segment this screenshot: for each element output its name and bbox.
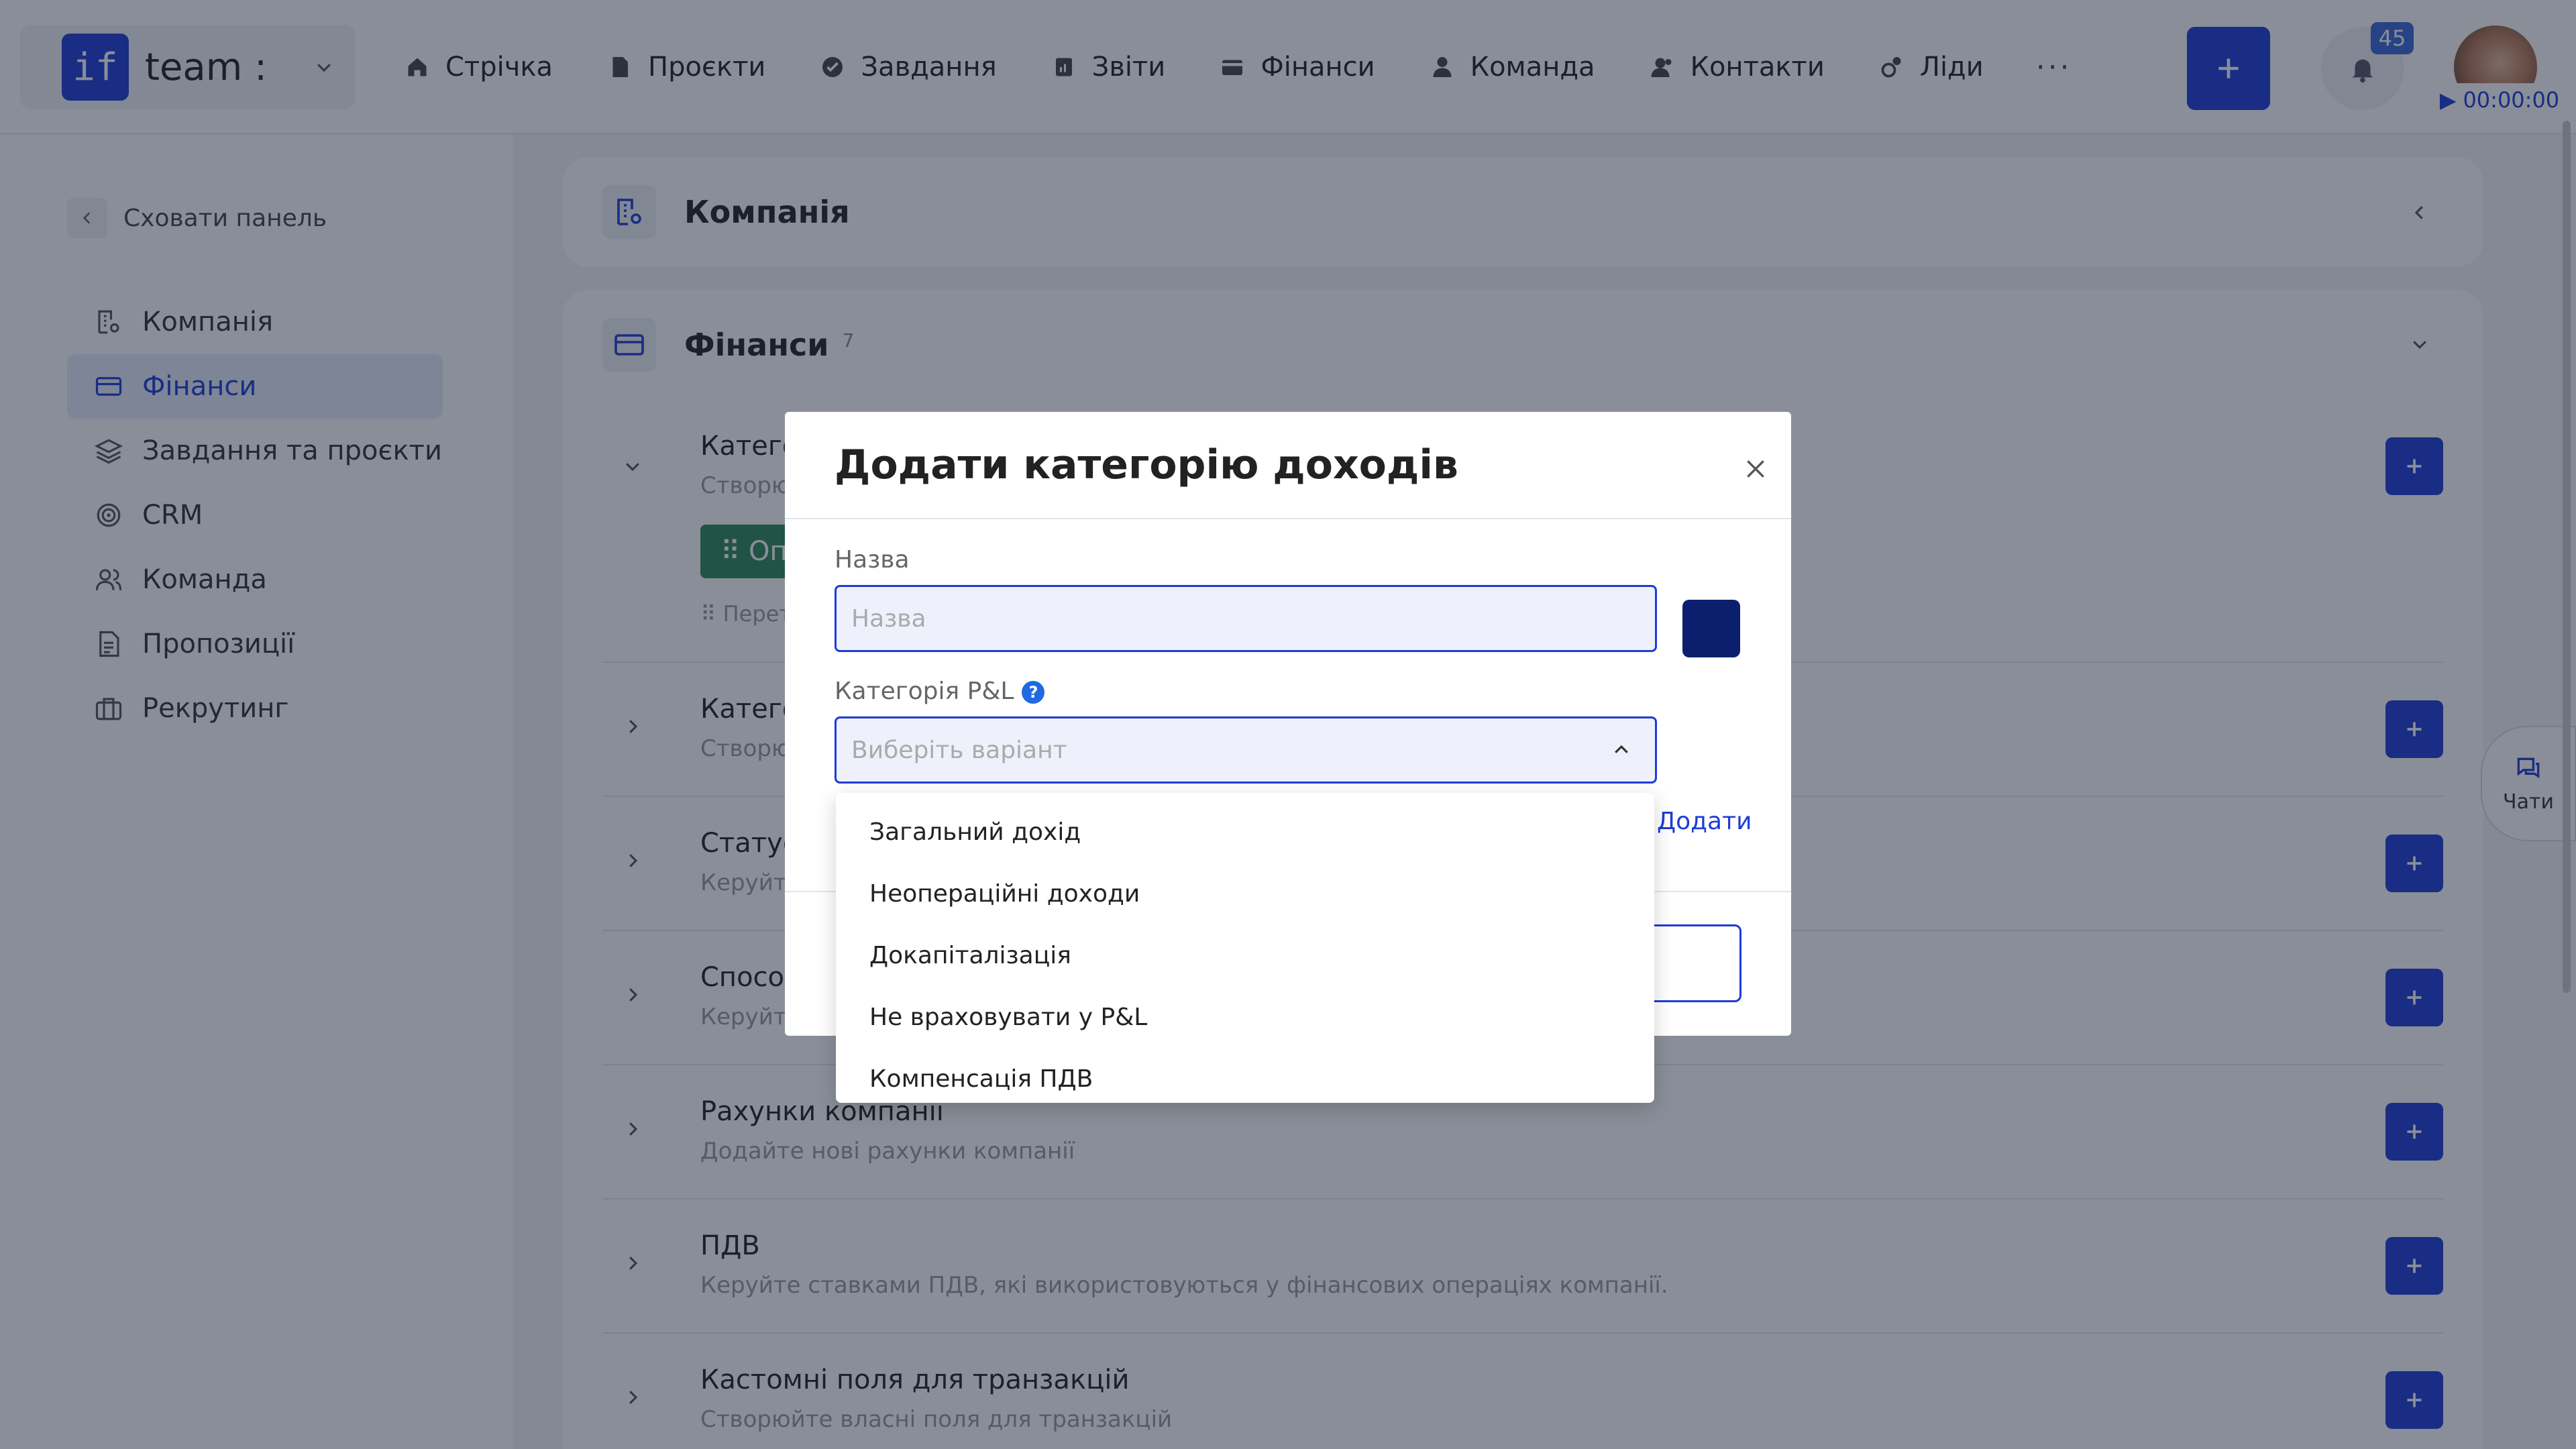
- close-button[interactable]: [1732, 445, 1779, 492]
- dropdown-option[interactable]: Компенсація ПДВ: [836, 1048, 1654, 1110]
- close-icon: [1747, 460, 1764, 478]
- divider: [785, 518, 1791, 519]
- dropdown-option[interactable]: Докапіталізація: [836, 924, 1654, 986]
- pl-category-label: Категорія P&L?: [835, 678, 1045, 705]
- select-placeholder: Виберіть варіант: [851, 736, 1067, 764]
- pl-category-select[interactable]: Виберіть варіант: [835, 716, 1657, 784]
- chevron-up-icon: [1607, 735, 1636, 765]
- dropdown-option[interactable]: Не враховувати у P&L: [836, 986, 1654, 1048]
- pl-category-label-text: Категорія P&L: [835, 678, 1014, 705]
- name-input[interactable]: [835, 585, 1657, 652]
- dropdown-option[interactable]: Загальний дохід: [836, 801, 1654, 863]
- pl-category-dropdown: Загальний дохід Неопераційні доходи Дока…: [836, 793, 1654, 1103]
- help-icon[interactable]: ?: [1022, 681, 1045, 704]
- name-label: Назва: [835, 546, 910, 574]
- dropdown-option[interactable]: Неопераційні доходи: [836, 863, 1654, 924]
- add-link[interactable]: Додати: [1657, 808, 1752, 835]
- dialog-title: Додати категорію доходів: [835, 441, 1458, 488]
- color-picker[interactable]: [1682, 600, 1740, 657]
